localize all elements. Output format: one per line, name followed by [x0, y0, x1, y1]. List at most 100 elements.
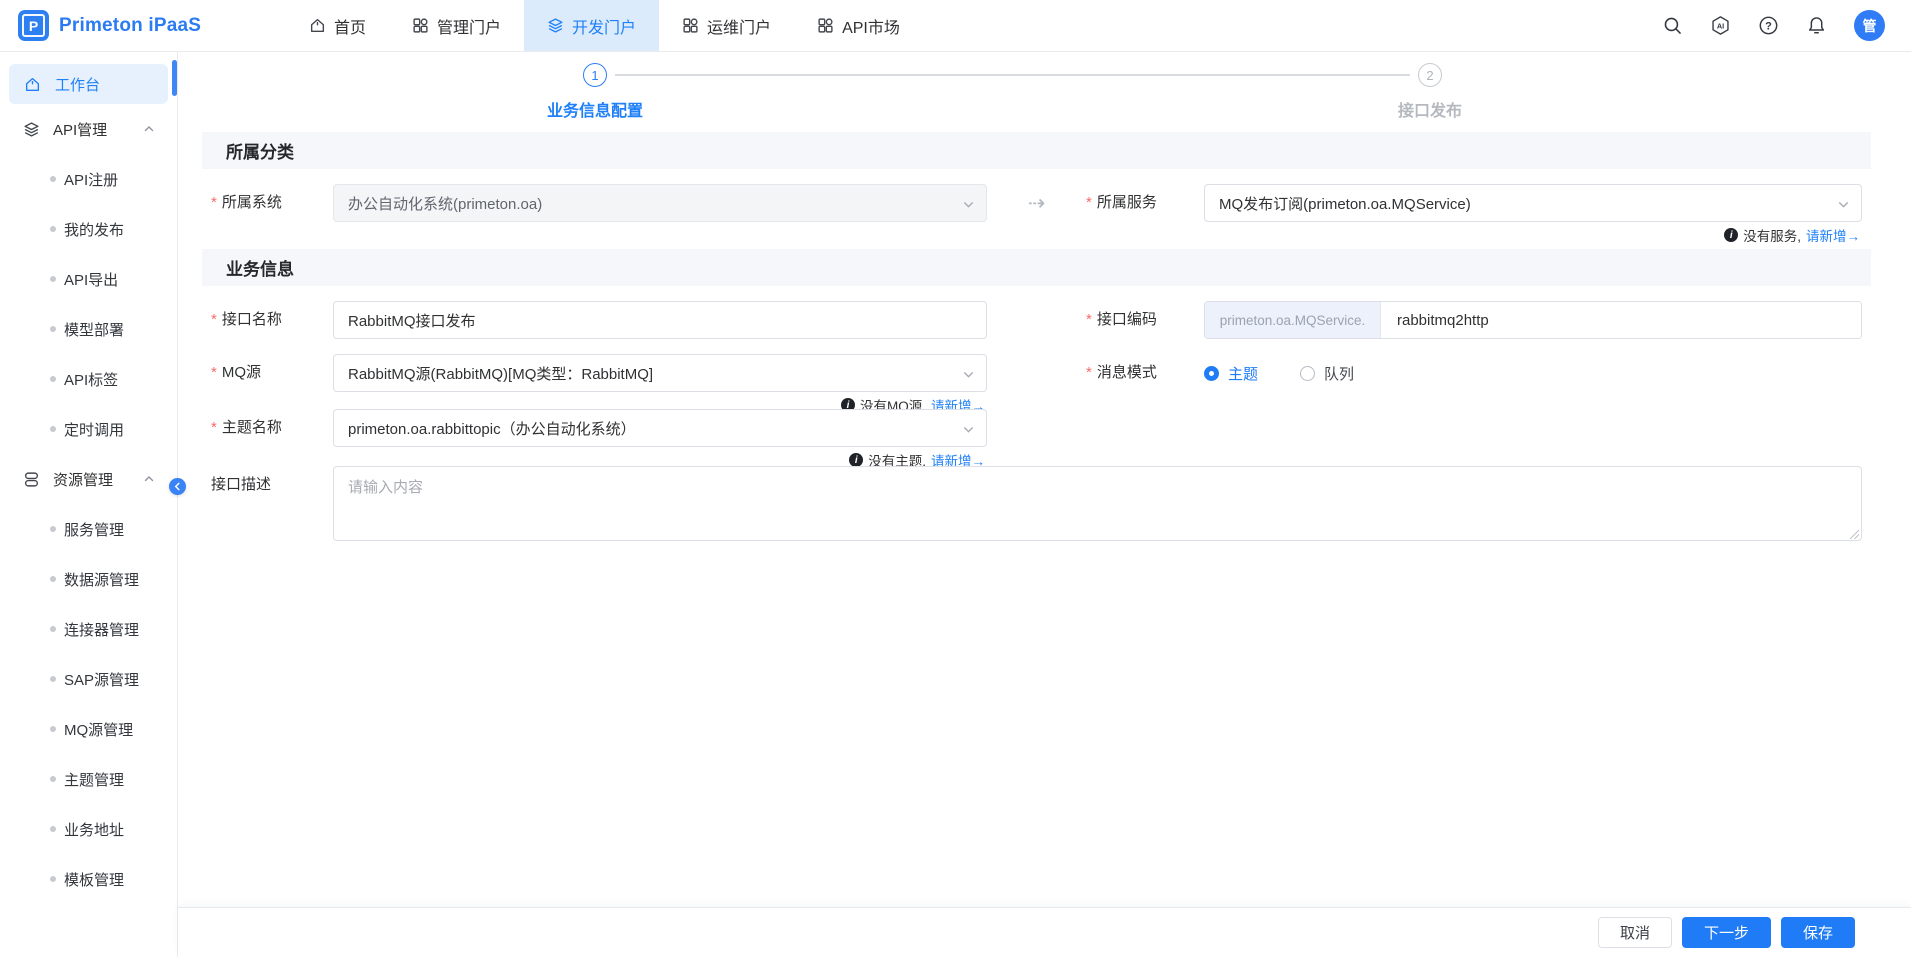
- sidebar-item-label: 服务管理: [64, 519, 124, 540]
- nav-item-label: 开发门户: [572, 14, 636, 38]
- brand-logo-icon: P: [18, 10, 49, 41]
- radio-dot: [1300, 366, 1315, 381]
- nav-item-home[interactable]: 首页: [286, 0, 389, 51]
- add-service-link[interactable]: 请新增→: [1806, 225, 1860, 245]
- sidebar-item-workbench[interactable]: 工作台: [9, 64, 168, 104]
- interface-code-input[interactable]: [1381, 302, 1861, 338]
- mq-source-select-value: RabbitMQ源(RabbitMQ)[MQ类型：RabbitMQ]: [348, 363, 653, 384]
- chevron-up-icon: [143, 473, 155, 485]
- resize-grip[interactable]: [1850, 530, 1859, 539]
- sidebar-group-label: 资源管理: [53, 469, 113, 490]
- navbar-tools: AI ? 管: [1662, 10, 1885, 41]
- nav-item-dev-portal[interactable]: 开发门户: [524, 0, 659, 51]
- search-icon[interactable]: [1662, 15, 1683, 36]
- sidebar-scrollbar-thumb[interactable]: [172, 60, 177, 96]
- save-button[interactable]: 保存: [1781, 917, 1855, 948]
- field-message-mode: 主题 队列: [1204, 354, 1862, 392]
- required-asterisk: *: [211, 364, 217, 381]
- step-1-label: 业务信息配置: [547, 97, 643, 121]
- mq-source-select[interactable]: RabbitMQ源(RabbitMQ)[MQ类型：RabbitMQ]: [333, 354, 987, 392]
- svg-text:AI: AI: [1717, 21, 1724, 30]
- sidebar-item-my-publish[interactable]: 我的发布: [0, 204, 177, 254]
- info-icon: [1724, 228, 1738, 242]
- sidebar-item-connector-management[interactable]: 连接器管理: [0, 604, 177, 654]
- sidebar-item-label: API注册: [64, 169, 118, 190]
- help-icon[interactable]: ?: [1758, 15, 1779, 36]
- service-hint: 没有服务,请新增→: [1724, 225, 1860, 245]
- sidebar-item-sap-source-management[interactable]: SAP源管理: [0, 654, 177, 704]
- step-2-circle: 2: [1418, 63, 1442, 87]
- service-select-value: MQ发布订阅(primeton.oa.MQService): [1219, 193, 1471, 214]
- required-asterisk: *: [1086, 194, 1092, 211]
- system-select-value: 办公自动化系统(primeton.oa): [348, 193, 542, 214]
- nav-item-ops-portal[interactable]: 运维门户: [659, 0, 794, 51]
- description-textarea[interactable]: [333, 466, 1862, 541]
- sidebar-group-api-management[interactable]: API管理: [0, 104, 177, 154]
- row-system-service: *所属系统 办公自动化系统(primeton.oa) *所属服务: [202, 184, 1871, 222]
- action-footer: 取消 下一步 保存: [178, 907, 1911, 957]
- app-root: P Primeton iPaaS 首页 管理门户 开发门户 运维门户 A: [0, 0, 1911, 957]
- nav-item-admin-portal[interactable]: 管理门户: [389, 0, 524, 51]
- message-mode-radio-group: 主题 队列: [1204, 354, 1862, 392]
- nav-item-label: 运维门户: [707, 14, 771, 38]
- row-mqsource-mode: *MQ源 RabbitMQ源(RabbitMQ)[MQ类型：RabbitMQ] …: [202, 354, 1871, 392]
- chevron-left-icon: [173, 482, 182, 491]
- ai-assistant-icon[interactable]: AI: [1710, 15, 1731, 36]
- nav-item-label: 管理门户: [437, 14, 501, 38]
- notification-bell-icon[interactable]: [1806, 15, 1827, 36]
- sidebar-item-template-management[interactable]: 模板管理: [0, 854, 177, 904]
- sidebar-group-resource-management[interactable]: 资源管理: [0, 454, 177, 504]
- grid-icon: [412, 17, 429, 34]
- sidebar-item-scheduled-call[interactable]: 定时调用: [0, 404, 177, 454]
- radio-dot: [1204, 366, 1219, 381]
- sidebar-item-api-register[interactable]: API注册: [0, 154, 177, 204]
- sidebar-item-api-export[interactable]: API导出: [0, 254, 177, 304]
- field-mq-source: RabbitMQ源(RabbitMQ)[MQ类型：RabbitMQ] 没有MQ源…: [333, 354, 987, 392]
- field-label-description: 接口描述: [211, 466, 333, 504]
- hint-text: 没有服务,: [1743, 225, 1801, 245]
- system-select[interactable]: 办公自动化系统(primeton.oa): [333, 184, 987, 222]
- radio-queue[interactable]: 队列: [1300, 363, 1354, 384]
- sidebar-group-label: API管理: [53, 119, 107, 140]
- radio-label: 主题: [1228, 363, 1258, 384]
- step-2-label: 接口发布: [1398, 97, 1462, 121]
- main-area: 1 2 业务信息配置 接口发布 所属分类 *所属系统 办公自动化系统(prime…: [178, 52, 1911, 957]
- cancel-button[interactable]: 取消: [1598, 917, 1672, 948]
- topic-name-select[interactable]: primeton.oa.rabbittopic（办公自动化系统）: [333, 409, 987, 447]
- field-label-topic-name: *主题名称: [211, 409, 333, 447]
- chevron-down-icon: [1837, 198, 1850, 211]
- radio-topic[interactable]: 主题: [1204, 363, 1258, 384]
- sidebar-item-label: API标签: [64, 369, 118, 390]
- user-avatar[interactable]: 管: [1854, 10, 1885, 41]
- nav-item-label: API市场: [842, 14, 900, 38]
- field-system: 办公自动化系统(primeton.oa): [333, 184, 987, 222]
- layers-icon: [547, 17, 564, 34]
- sidebar-item-datasource-management[interactable]: 数据源管理: [0, 554, 177, 604]
- home-icon: [24, 76, 41, 93]
- next-step-button[interactable]: 下一步: [1682, 917, 1771, 948]
- interface-name-input[interactable]: [333, 301, 987, 339]
- field-topic-name: primeton.oa.rabbittopic（办公自动化系统） 没有主题,请新…: [333, 409, 987, 447]
- field-interface-code: primeton.oa.MQService.: [1204, 301, 1862, 339]
- sidebar-item-business-address[interactable]: 业务地址: [0, 804, 177, 854]
- sidebar-item-mq-source-management[interactable]: MQ源管理: [0, 704, 177, 754]
- field-label-interface-name: *接口名称: [211, 301, 333, 339]
- sidebar-collapse-button[interactable]: [169, 478, 186, 495]
- required-asterisk: *: [211, 311, 217, 328]
- svg-text:?: ?: [1765, 20, 1772, 32]
- wizard-stepper: 1 2 业务信息配置 接口发布: [202, 52, 1871, 132]
- required-asterisk: *: [211, 419, 217, 436]
- required-asterisk: *: [1086, 364, 1092, 381]
- sidebar-item-topic-management[interactable]: 主题管理: [0, 754, 177, 804]
- sidebar-item-label: MQ源管理: [64, 719, 133, 740]
- section-title-business: 业务信息: [202, 249, 1871, 286]
- nav-item-api-market[interactable]: API市场: [794, 0, 923, 51]
- sidebar-item-label: 定时调用: [64, 419, 124, 440]
- sidebar-item-model-deploy[interactable]: 模型部署: [0, 304, 177, 354]
- service-select[interactable]: MQ发布订阅(primeton.oa.MQService): [1204, 184, 1862, 222]
- sidebar-item-api-tags[interactable]: API标签: [0, 354, 177, 404]
- sidebar-item-service-management[interactable]: 服务管理: [0, 504, 177, 554]
- sidebar-item-label: 业务地址: [64, 819, 124, 840]
- brand[interactable]: P Primeton iPaaS: [18, 10, 256, 41]
- sidebar-item-label: 连接器管理: [64, 619, 139, 640]
